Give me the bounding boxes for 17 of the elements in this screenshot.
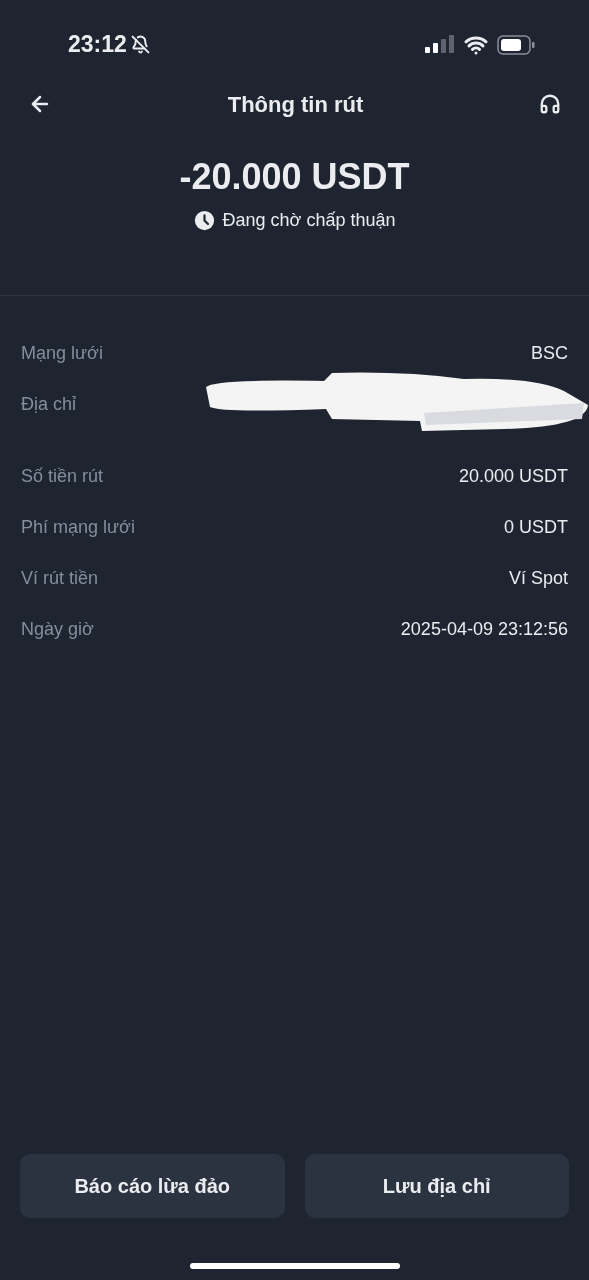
detail-label: Địa chỉ: [21, 393, 77, 416]
detail-value: 0 USDT: [504, 516, 568, 539]
detail-value: BSC: [531, 342, 568, 365]
detail-value: 2025-04-09 23:12:56: [400, 618, 568, 641]
status-time: 23:12: [68, 30, 127, 60]
detail-label: Số tiền rút: [21, 465, 104, 488]
detail-value: Ví Spot: [508, 567, 568, 590]
detail-label: Ví rút tiền: [21, 567, 99, 590]
detail-value: 20.000 USDT: [458, 465, 568, 488]
action-button[interactable]: Báo cáo lừa đảo: [20, 1154, 285, 1218]
detail-label: Mạng lưới: [21, 342, 103, 365]
amount: -20.000 USDT: [179, 155, 410, 199]
status-text: Đang chờ chấp thuận: [222, 209, 396, 232]
action-button[interactable]: Lưu địa chỉ: [304, 1154, 569, 1218]
page-title: Thông tin rút: [227, 90, 364, 119]
detail-label: Ngày giờ: [21, 618, 94, 641]
detail-label: Phí mạng lưới: [21, 516, 135, 539]
